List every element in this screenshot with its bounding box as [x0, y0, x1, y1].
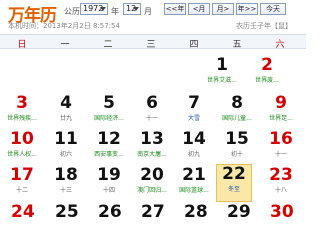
day-cell[interactable]: 6 十一 [134, 94, 170, 132]
weekday-header: 日 一 二 三 四 五 六 [0, 34, 306, 50]
day-number: 15 [225, 129, 249, 149]
day-number: 13 [140, 129, 164, 149]
month-unit-label: 月 [144, 7, 152, 16]
day-cell[interactable]: 23 十八 [263, 166, 299, 204]
day-cell[interactable]: 11 初六 [48, 130, 84, 168]
day-festival: 世界人权... [7, 151, 37, 158]
day-cell[interactable]: 14 初九 [176, 130, 212, 168]
day-cell[interactable]: 2 世界废... [249, 56, 285, 94]
weekday-sun: 日 [17, 40, 27, 50]
today-button[interactable]: 今天 [260, 3, 286, 15]
day-number: 20 [140, 165, 164, 185]
day-number: 21 [182, 165, 206, 185]
day-lunar: 初九 [187, 151, 200, 158]
year-unit-label: 年 [111, 7, 119, 16]
day-festival: 澳门回归... [137, 187, 167, 194]
day-solar-term: 大雪 [187, 115, 200, 122]
day-number: 14 [182, 129, 206, 149]
chevron-down-icon [100, 7, 106, 11]
day-cell[interactable]: 19 十四 [91, 166, 127, 204]
prev-year-button[interactable]: <<年 [164, 3, 186, 15]
weekday-thu: 四 [189, 40, 199, 50]
day-cell[interactable]: 20 澳门回归... [134, 166, 170, 204]
day-festival: 世界废... [255, 77, 279, 84]
day-cell[interactable]: 3 世界残疾... [4, 94, 40, 132]
calendar-header: 万年历 公历 1972 年 12 月 <<年 <月 月> 年>> 今天 本机时间… [0, 0, 306, 34]
day-number: 23 [269, 165, 293, 185]
day-festival: 国际篮球... [179, 187, 209, 194]
day-number: 3 [16, 93, 28, 113]
day-cell[interactable]: 16 十一 [263, 130, 299, 168]
month-select[interactable]: 12 [123, 3, 141, 15]
day-lunar: 十一 [274, 151, 287, 158]
day-cell[interactable]: 5 国际经济... [91, 94, 127, 132]
chevron-down-icon [133, 7, 139, 11]
day-cell[interactable]: 15 初十 [219, 130, 255, 168]
day-festival: 国际经济... [94, 115, 124, 122]
day-number: 9 [275, 93, 287, 113]
day-lunar: 十一 [145, 115, 158, 122]
day-number-partial[interactable]: 24 [11, 203, 35, 222]
day-lunar: 十八 [274, 187, 287, 194]
day-cell[interactable]: 21 国际篮球... [176, 166, 212, 204]
day-number: 19 [97, 165, 121, 185]
day-cell[interactable]: 13 南京大屠... [134, 130, 170, 168]
day-cell[interactable]: 1 世界艾滋... [204, 56, 240, 94]
day-number-partial[interactable]: 26 [98, 203, 122, 222]
day-number: 12 [97, 129, 121, 149]
day-number-partial[interactable]: 25 [55, 203, 79, 222]
day-festival: 世界艾滋... [207, 77, 237, 84]
day-number: 4 [60, 93, 72, 113]
day-cell[interactable]: 10 世界人权... [4, 130, 40, 168]
year-select[interactable]: 1972 [80, 3, 108, 15]
day-lunar: 十三 [59, 187, 72, 194]
day-festival: 南京大屠... [137, 151, 167, 158]
weekday-wed: 三 [146, 40, 156, 50]
day-festival: 世界足... [269, 115, 293, 122]
day-number-partial[interactable]: 28 [184, 203, 208, 222]
day-number: 2 [261, 55, 273, 75]
day-number: 18 [54, 165, 78, 185]
day-cell[interactable]: 7 大雪 [176, 94, 212, 132]
day-number-partial[interactable]: 29 [227, 203, 251, 222]
weekday-mon: 一 [60, 40, 70, 50]
calendar-type-label: 公历 [64, 7, 80, 16]
day-number: 10 [10, 129, 34, 149]
day-number: 5 [103, 93, 115, 113]
day-cell[interactable]: 9 世界足... [263, 94, 299, 132]
day-cell[interactable]: 17 十二 [4, 166, 40, 204]
day-cell[interactable]: 8 国际儿童... [219, 94, 255, 132]
next-year-button[interactable]: 年>> [236, 3, 258, 15]
day-number-partial[interactable]: 30 [270, 203, 294, 222]
day-lunar: 初十 [230, 151, 243, 158]
day-lunar: 十二 [15, 187, 28, 194]
day-festival: 国际儿童... [222, 115, 252, 122]
day-cell[interactable]: 12 西安事变... [91, 130, 127, 168]
day-number: 17 [10, 165, 34, 185]
day-lunar: 廿九 [59, 115, 72, 122]
day-lunar: 十四 [102, 187, 115, 194]
day-number: 22 [222, 164, 246, 184]
day-number: 16 [269, 129, 293, 149]
day-solar-term: 冬至 [227, 186, 240, 193]
day-number: 6 [146, 93, 158, 113]
weekday-tue: 二 [103, 40, 113, 50]
lunar-year-text: 农历壬子年【鼠】 [236, 22, 292, 30]
local-time-text: 本机时间：2013年2月2日 8:57:54 [8, 22, 120, 30]
next-month-button[interactable]: 月> [212, 3, 234, 15]
day-number-partial[interactable]: 27 [141, 203, 165, 222]
day-number: 8 [231, 93, 243, 113]
weekday-fri: 五 [232, 40, 242, 50]
prev-month-button[interactable]: <月 [188, 3, 210, 15]
day-number: 1 [216, 55, 228, 75]
day-lunar: 初六 [59, 151, 72, 158]
day-festival: 世界残疾... [7, 115, 37, 122]
day-number: 7 [188, 93, 200, 113]
weekday-sat: 六 [275, 40, 285, 50]
day-cell[interactable]: 18 十三 [48, 166, 84, 204]
day-cell[interactable]: 4 廿九 [48, 94, 84, 132]
day-number: 11 [54, 129, 78, 149]
day-cell-selected[interactable]: 22 冬至 [216, 164, 252, 202]
day-festival: 西安事变... [94, 151, 124, 158]
